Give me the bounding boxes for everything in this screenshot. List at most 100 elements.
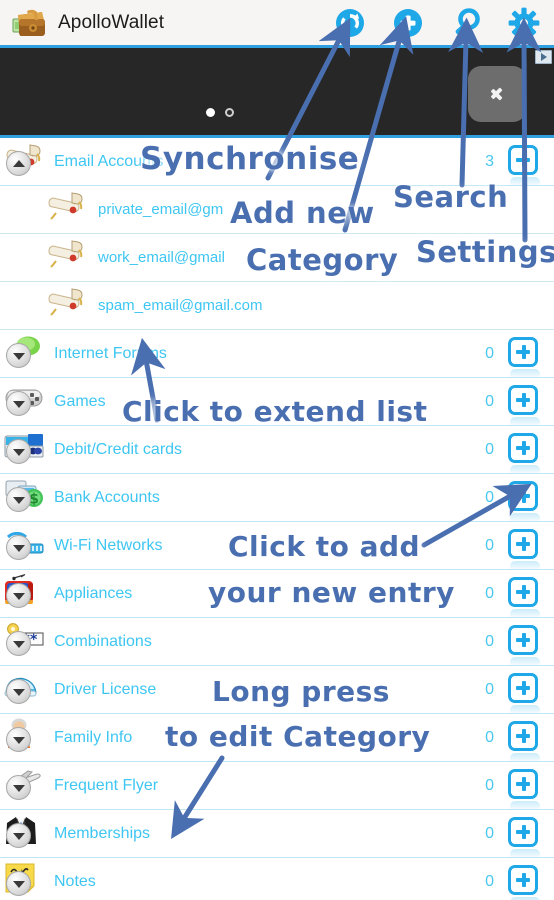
chevron-down-icon[interactable] <box>6 678 31 704</box>
chevron-right-icon[interactable] <box>468 66 526 122</box>
dollar-icon: $ <box>4 478 48 518</box>
plus-square-icon <box>508 672 538 703</box>
category-row[interactable]: Games 0 <box>0 378 554 427</box>
list-item[interactable]: spam_email@gmail.com <box>0 282 554 330</box>
add-entry-button[interactable] <box>508 144 542 187</box>
category-row[interactable]: Appliances 0 <box>0 570 554 619</box>
scroll-icon <box>46 286 90 326</box>
plus-square-icon <box>508 480 538 511</box>
entry-count: 0 <box>485 584 494 602</box>
settings-button[interactable] <box>508 7 540 39</box>
category-row[interactable]: Wi-Fi Networks 0 <box>0 522 554 571</box>
category-label: Games <box>54 392 106 410</box>
adchoices-icon[interactable] <box>535 50 552 64</box>
category-label: Appliances <box>54 584 133 602</box>
add-entry-button[interactable] <box>508 432 542 475</box>
entry-count: 0 <box>485 872 494 890</box>
add-entry-button[interactable] <box>508 528 542 571</box>
category-row[interactable]: Family Info 0 <box>0 714 554 763</box>
entry-count: 0 <box>485 632 494 650</box>
category-label: Family Info <box>54 728 133 746</box>
ad-dot-active[interactable] <box>206 108 215 117</box>
ad-dot-inactive[interactable] <box>225 108 234 117</box>
list-item[interactable]: work_email@gmail <box>0 234 554 282</box>
entry-count: 3 <box>485 152 494 170</box>
plus-square-icon <box>508 144 538 175</box>
television-icon <box>4 573 48 614</box>
wallet-icon <box>12 6 48 40</box>
category-row[interactable]: ** Combinations 0 <box>0 618 554 667</box>
action-bar: ApolloWallet <box>0 0 554 48</box>
notepad-icon <box>4 862 48 900</box>
category-label: Notes <box>54 872 96 890</box>
plus-square-icon <box>508 864 538 895</box>
entry-label: work_email@gmail <box>98 249 225 266</box>
chevron-down-icon[interactable] <box>6 486 31 512</box>
category-row[interactable]: $ Bank Accounts 0 <box>0 474 554 523</box>
entry-count: 0 <box>485 776 494 794</box>
ad-banner[interactable] <box>0 48 554 138</box>
plus-square-icon <box>508 576 538 607</box>
plus-square-icon <box>508 384 538 415</box>
entry-count: 0 <box>485 440 494 458</box>
add-entry-button[interactable] <box>508 720 542 763</box>
category-label: Bank Accounts <box>54 488 160 506</box>
key-password-icon: ** <box>4 622 48 662</box>
wifi-icon <box>4 526 48 566</box>
category-label: Email Accounts <box>54 152 164 170</box>
category-row[interactable]: Internet Forums 0 <box>0 330 554 379</box>
add-entry-button[interactable] <box>508 672 542 715</box>
chevron-down-icon[interactable] <box>6 534 31 560</box>
chevron-down-icon[interactable] <box>6 822 31 848</box>
add-entry-button[interactable] <box>508 768 542 811</box>
chevron-down-icon[interactable] <box>6 438 31 464</box>
ad-page-dots <box>206 108 234 117</box>
category-label: Driver License <box>54 680 157 698</box>
list-item[interactable]: private_email@gm <box>0 186 554 234</box>
entry-count: 0 <box>485 680 494 698</box>
entry-count: 0 <box>485 536 494 554</box>
chevron-down-icon[interactable] <box>6 726 31 752</box>
plus-square-icon <box>508 768 538 799</box>
add-entry-button[interactable] <box>508 624 542 667</box>
plus-square-icon <box>508 432 538 463</box>
scroll-icon <box>46 190 90 230</box>
category-row[interactable]: Driver License 0 <box>0 666 554 715</box>
scroll-icon <box>46 238 90 278</box>
scroll-icon <box>4 142 48 182</box>
chevron-down-icon[interactable] <box>6 774 31 800</box>
chevron-down-icon[interactable] <box>6 342 31 368</box>
chevron-down-icon[interactable] <box>6 390 31 416</box>
add-entry-button[interactable] <box>508 336 542 379</box>
app-screen: ApolloWallet Email Accounts 3 private_em… <box>0 0 554 900</box>
app-title: ApolloWallet <box>58 11 165 33</box>
category-row[interactable]: Frequent Flyer 0 <box>0 762 554 811</box>
plus-square-icon <box>508 720 538 751</box>
add-button[interactable] <box>392 7 424 39</box>
search-button[interactable] <box>450 7 482 39</box>
plus-square-icon <box>508 528 538 559</box>
person-icon <box>4 718 48 758</box>
add-entry-button[interactable] <box>508 816 542 859</box>
category-row[interactable]: Debit/Credit cards 0 <box>0 426 554 475</box>
entry-label: spam_email@gmail.com <box>98 297 263 314</box>
category-label: Frequent Flyer <box>54 776 159 794</box>
add-entry-button[interactable] <box>508 576 542 619</box>
suit-icon <box>4 814 48 854</box>
category-row[interactable]: Notes 0 <box>0 858 554 900</box>
credit-card-icon <box>4 430 48 470</box>
entry-count: 0 <box>485 488 494 506</box>
add-entry-button[interactable] <box>508 864 542 900</box>
chevron-down-icon[interactable] <box>6 870 31 896</box>
category-label: Memberships <box>54 824 151 842</box>
entry-count: 0 <box>485 344 494 362</box>
car-icon <box>4 670 48 710</box>
category-row[interactable]: Email Accounts 3 <box>0 138 554 187</box>
chevron-down-icon[interactable] <box>6 630 31 656</box>
category-row[interactable]: Memberships 0 <box>0 810 554 859</box>
chevron-up-icon[interactable] <box>6 150 31 176</box>
chevron-down-icon[interactable] <box>6 582 31 608</box>
add-entry-button[interactable] <box>508 480 542 523</box>
sync-button[interactable] <box>334 7 366 39</box>
add-entry-button[interactable] <box>508 384 542 427</box>
